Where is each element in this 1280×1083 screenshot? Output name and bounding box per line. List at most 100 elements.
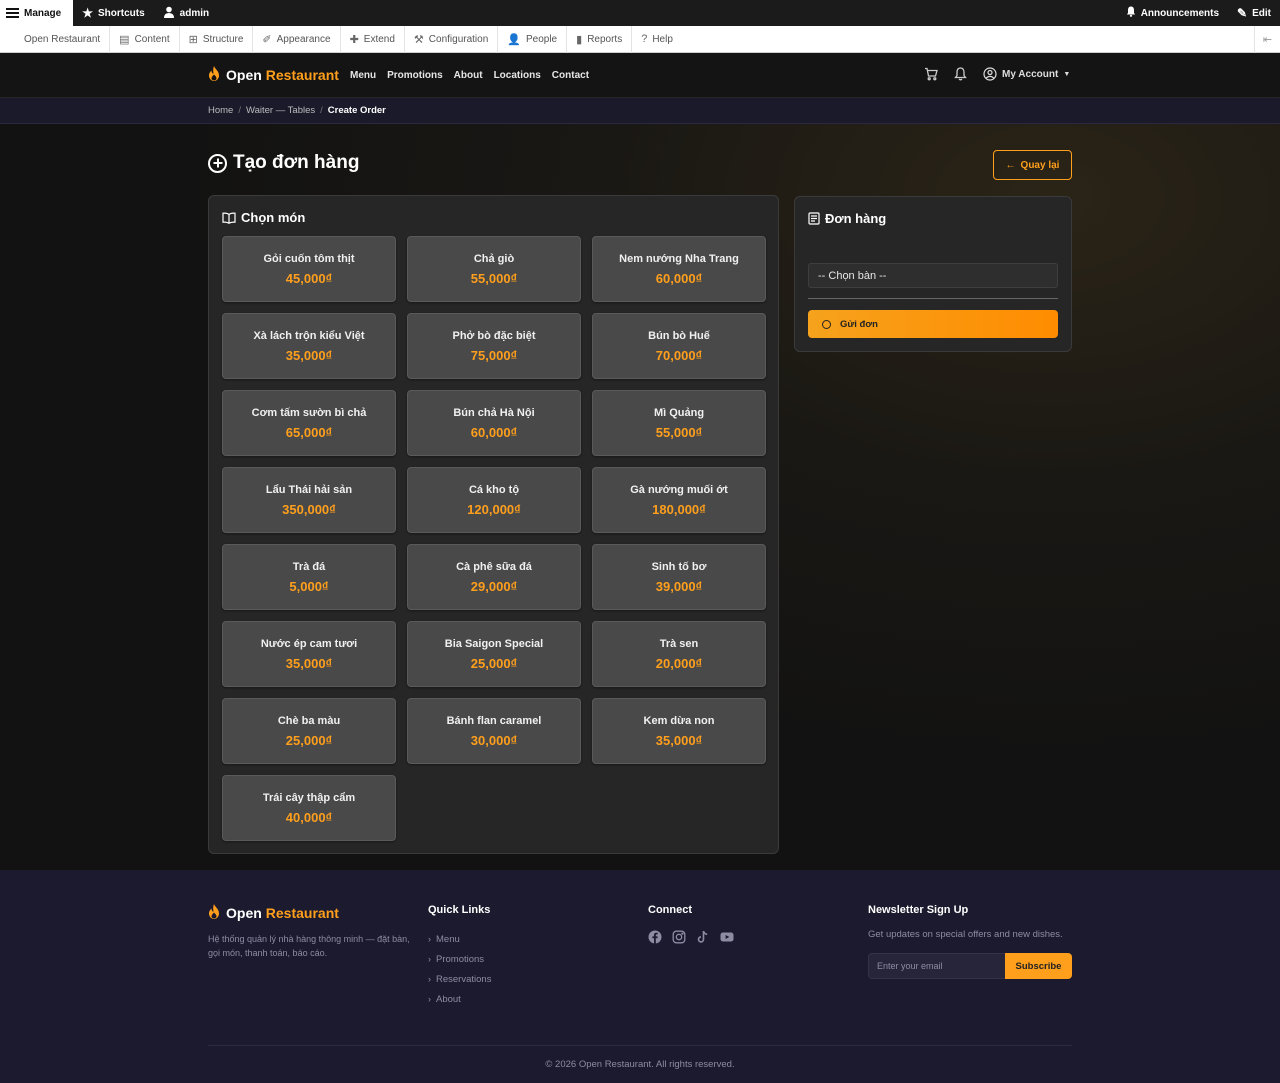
admin-menu-people[interactable]: 👤 People [498, 25, 568, 53]
back-button[interactable]: ← Quay lại [993, 150, 1072, 180]
menu-item-card[interactable]: Lẩu Thái hải sản 350,000₫ [222, 467, 396, 533]
breadcrumb: Home / Waiter — Tables / Create Order [0, 98, 1280, 124]
check-circle-icon [822, 319, 831, 329]
footer-description: Hệ thống quản lý nhà hàng thông minh — đ… [208, 934, 410, 958]
edit-tab[interactable]: ✎ Edit [1228, 0, 1280, 26]
menu-item-card[interactable]: Nem nướng Nha Trang 60,000₫ [592, 236, 766, 302]
instagram-icon[interactable] [672, 930, 686, 944]
breadcrumb-home[interactable]: Home [208, 105, 233, 116]
submit-order-button[interactable]: Gửi đơn [808, 310, 1058, 338]
shortcuts-tab[interactable]: ★ Shortcuts [73, 0, 153, 26]
nav-promotions[interactable]: Promotions [387, 70, 443, 81]
menu-item-card[interactable]: Trái cây thập cẩm 40,000₫ [222, 775, 396, 841]
menu-item-card[interactable]: Cá kho tộ 120,000₫ [407, 467, 581, 533]
menu-item-name: Chè ba màu [277, 714, 341, 727]
menu-item-card[interactable]: Bánh flan caramel 30,000₫ [407, 698, 581, 764]
order-panel-heading-text: Đơn hàng [825, 211, 887, 226]
youtube-icon[interactable] [720, 930, 734, 944]
menu-item-card[interactable]: Gà nướng muối ớt 180,000₫ [592, 467, 766, 533]
subscribe-button[interactable]: Subscribe [1005, 953, 1072, 979]
admin-menu-label: Extend [363, 33, 395, 45]
footer-logo-text-open: Open [226, 905, 262, 921]
footer-link-reservations[interactable]: › Reservations [428, 969, 491, 989]
document-icon: ▤ [119, 33, 130, 46]
menu-item-price: 350,000₫ [282, 501, 336, 517]
admin-menu-home[interactable]: Open Restaurant [0, 25, 111, 53]
facebook-icon[interactable] [648, 930, 662, 944]
menu-item-name: Cá kho tộ [468, 483, 520, 496]
menu-item-card[interactable]: Bún bò Huế 70,000₫ [592, 313, 766, 379]
menu-item-card[interactable]: Bún chả Hà Nội 60,000₫ [407, 390, 581, 456]
footer-logo[interactable]: Open Restaurant [208, 904, 339, 922]
menu-item-card[interactable]: Kem dừa non 35,000₫ [592, 698, 766, 764]
logo-text-restaurant: Restaurant [265, 67, 339, 83]
order-panel: Đơn hàng -- Chọn bàn -- Gửi đơn [794, 196, 1072, 352]
collapse-toolbar-button[interactable]: ⇤ [1254, 25, 1280, 53]
tiktok-icon[interactable] [696, 930, 710, 944]
breadcrumb-waiter-tables[interactable]: Waiter — Tables [246, 105, 315, 116]
menu-item-price: 39,000₫ [655, 578, 703, 594]
footer-link-menu[interactable]: › Menu [428, 929, 491, 949]
plus-circle-icon [208, 153, 227, 173]
menu-item-card[interactable]: Xà lách trộn kiểu Việt 35,000₫ [222, 313, 396, 379]
menu-item-card[interactable]: Nước ép cam tươi 35,000₫ [222, 621, 396, 687]
menu-item-grid: Gỏi cuốn tôm thịt 45,000₫ Chả giò 55,000₫ Ne… [222, 236, 766, 841]
menu-item-card[interactable]: Cà phê sữa đá 29,000₫ [407, 544, 581, 610]
breadcrumb-separator: / [238, 105, 241, 116]
notification-bell-icon[interactable] [954, 67, 967, 81]
admin-menu-label: Content [134, 33, 170, 45]
menu-item-card[interactable]: Phở bò đặc biệt 75,000₫ [407, 313, 581, 379]
breadcrumb-current: Create Order [327, 105, 386, 116]
admin-menu-structure[interactable]: ⊞ Structure [180, 25, 254, 53]
footer-link-label: Reservations [436, 973, 492, 985]
menu-item-name: Trái cây thập cẩm [262, 791, 356, 804]
footer-link-about[interactable]: › About [428, 989, 491, 1009]
menu-item-price: 35,000₫ [285, 347, 333, 363]
menu-item-card[interactable]: Trà đá 5,000₫ [222, 544, 396, 610]
announcements-tab[interactable]: Announcements [1117, 0, 1228, 26]
menu-item-card[interactable]: Mì Quảng 55,000₫ [592, 390, 766, 456]
menu-item-price: 25,000₫ [285, 732, 333, 748]
menu-item-card[interactable]: Sinh tố bơ 39,000₫ [592, 544, 766, 610]
my-account-dropdown[interactable]: My Account ▼ [983, 67, 1070, 81]
footer-link-promotions[interactable]: › Promotions [428, 949, 491, 969]
admin-menu-help[interactable]: ? Help [632, 26, 682, 53]
wrench-icon: ⚒ [413, 33, 424, 46]
menu-item-card[interactable]: Chè ba màu 25,000₫ [222, 698, 396, 764]
menu-item-price: 30,000₫ [470, 732, 518, 748]
menu-item-card[interactable]: Bia Saigon Special 25,000₫ [407, 621, 581, 687]
menu-item-card[interactable]: Chả giò 55,000₫ [407, 236, 581, 302]
page-title-text: Tạo đơn hàng [233, 152, 360, 173]
footer-link-label: About [436, 993, 461, 1005]
menu-item-price: 5,000₫ [289, 578, 329, 594]
nav-locations[interactable]: Locations [494, 70, 541, 81]
newsletter-email-input[interactable]: Enter your email [868, 953, 1006, 979]
page-title: Tạo đơn hàng [208, 152, 359, 174]
menu-item-card[interactable]: Cơm tấm sườn bì chả 65,000₫ [222, 390, 396, 456]
book-open-icon [222, 212, 236, 224]
nav-contact[interactable]: Contact [552, 70, 589, 81]
menu-panel-heading: Chọn món [222, 210, 305, 225]
help-icon: ? [641, 33, 648, 45]
nav-about[interactable]: About [454, 70, 483, 81]
admin-menu-reports[interactable]: ▮ Reports [567, 25, 633, 53]
connect-heading: Connect [648, 904, 692, 916]
menu-item-price: 120,000₫ [467, 501, 521, 517]
admin-menu-configuration[interactable]: ⚒ Configuration [405, 25, 499, 53]
user-tab[interactable]: admin [154, 0, 218, 26]
admin-menu-content[interactable]: ▤ Content [110, 25, 180, 53]
menu-item-name: Chả giò [473, 252, 515, 265]
flame-icon [208, 904, 220, 922]
site-logo[interactable]: Open Restaurant [208, 66, 339, 84]
manage-tab[interactable]: Manage [0, 0, 74, 26]
admin-menu-extend[interactable]: ✚ Extend [341, 25, 405, 53]
cart-icon[interactable] [924, 67, 938, 81]
footer-logo-text-restaurant: Restaurant [265, 905, 339, 921]
menu-item-card[interactable]: Trà sen 20,000₫ [592, 621, 766, 687]
admin-menu-appearance[interactable]: ✐ Appearance [253, 25, 341, 53]
user-circle-icon [983, 67, 997, 81]
menu-item-card[interactable]: Gỏi cuốn tôm thịt 45,000₫ [222, 236, 396, 302]
menu-item-price: 60,000₫ [470, 424, 518, 440]
table-select[interactable]: -- Chọn bàn -- [808, 263, 1058, 288]
nav-menu[interactable]: Menu [350, 70, 376, 81]
